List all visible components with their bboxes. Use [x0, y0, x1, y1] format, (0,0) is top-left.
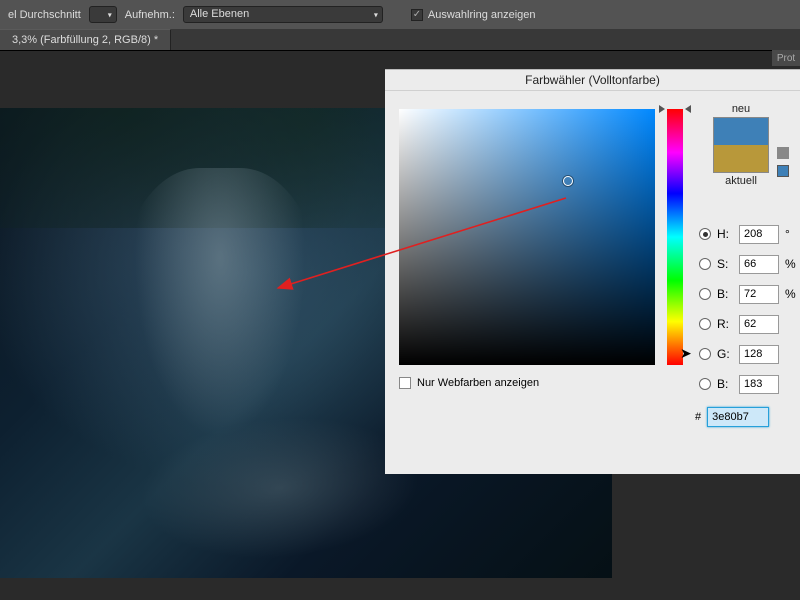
- saturation-row: S: %: [699, 249, 795, 279]
- green-radio[interactable]: [699, 348, 711, 360]
- history-panel-tab[interactable]: Prot: [772, 50, 800, 66]
- green-row: G:: [699, 339, 795, 369]
- swatch-current[interactable]: [713, 145, 769, 173]
- color-value-fields: H: ° S: % B: % R:: [699, 219, 795, 399]
- dialog-title: Farbwähler (Volltonfarbe): [385, 70, 800, 91]
- saturation-input[interactable]: [739, 255, 779, 274]
- saturation-unit: %: [785, 257, 795, 271]
- blue-row: B:: [699, 369, 795, 399]
- hue-slider-handle-left[interactable]: [659, 105, 665, 113]
- show-sampling-ring-checkbox[interactable]: [411, 9, 423, 21]
- sample-size-dropdown[interactable]: [89, 6, 117, 23]
- options-toolbar: el Durchschnitt Aufnehm.: Alle Ebenen Au…: [0, 0, 800, 29]
- cube-icon[interactable]: [777, 147, 789, 159]
- brightness-row: B: %: [699, 279, 795, 309]
- current-label: aktuell: [701, 175, 781, 187]
- hex-prefix: #: [695, 411, 701, 423]
- swatch-new: [713, 117, 769, 145]
- red-row: R:: [699, 309, 795, 339]
- hex-row: #: [695, 407, 769, 427]
- red-input[interactable]: [739, 315, 779, 334]
- green-input[interactable]: [739, 345, 779, 364]
- nearest-websafe-swatch[interactable]: [777, 165, 789, 177]
- blue-input[interactable]: [739, 375, 779, 394]
- red-label: R:: [717, 317, 733, 331]
- hue-row: H: °: [699, 219, 795, 249]
- color-field[interactable]: [399, 109, 655, 365]
- saturation-radio[interactable]: [699, 258, 711, 270]
- web-only-option[interactable]: Nur Webfarben anzeigen: [399, 377, 539, 389]
- sample-source-label: Aufnehm.:: [125, 9, 175, 21]
- document-tab[interactable]: 3,3% (Farbfüllung 2, RGB/8) *: [0, 29, 171, 50]
- hex-input[interactable]: [707, 407, 769, 427]
- blue-radio[interactable]: [699, 378, 711, 390]
- blue-label: B:: [717, 377, 733, 391]
- color-preview: neu aktuell: [701, 103, 781, 187]
- hue-unit: °: [785, 227, 795, 241]
- sample-source-dropdown[interactable]: Alle Ebenen: [183, 6, 383, 23]
- red-radio[interactable]: [699, 318, 711, 330]
- show-sampling-ring-option[interactable]: Auswahlring anzeigen: [411, 9, 536, 21]
- saturation-label: S:: [717, 257, 733, 271]
- hue-radio[interactable]: [699, 228, 711, 240]
- brightness-radio[interactable]: [699, 288, 711, 300]
- color-field-marker: [563, 176, 573, 186]
- green-label: G:: [717, 347, 733, 361]
- document-tab-bar: 3,3% (Farbfüllung 2, RGB/8) *: [0, 29, 800, 51]
- web-only-checkbox[interactable]: [399, 377, 411, 389]
- hue-input[interactable]: [739, 225, 779, 244]
- color-picker-dialog: Farbwähler (Volltonfarbe) neu aktuell H:…: [385, 69, 800, 474]
- new-label: neu: [701, 103, 781, 115]
- sample-size-label: el Durchschnitt: [8, 9, 81, 21]
- brightness-input[interactable]: [739, 285, 779, 304]
- brightness-unit: %: [785, 287, 795, 301]
- hue-slider-handle-right[interactable]: [685, 105, 691, 113]
- web-only-label: Nur Webfarben anzeigen: [417, 377, 539, 389]
- brightness-label: B:: [717, 287, 733, 301]
- hue-label: H:: [717, 227, 733, 241]
- show-sampling-ring-label: Auswahlring anzeigen: [428, 9, 536, 21]
- hue-slider[interactable]: [667, 109, 683, 365]
